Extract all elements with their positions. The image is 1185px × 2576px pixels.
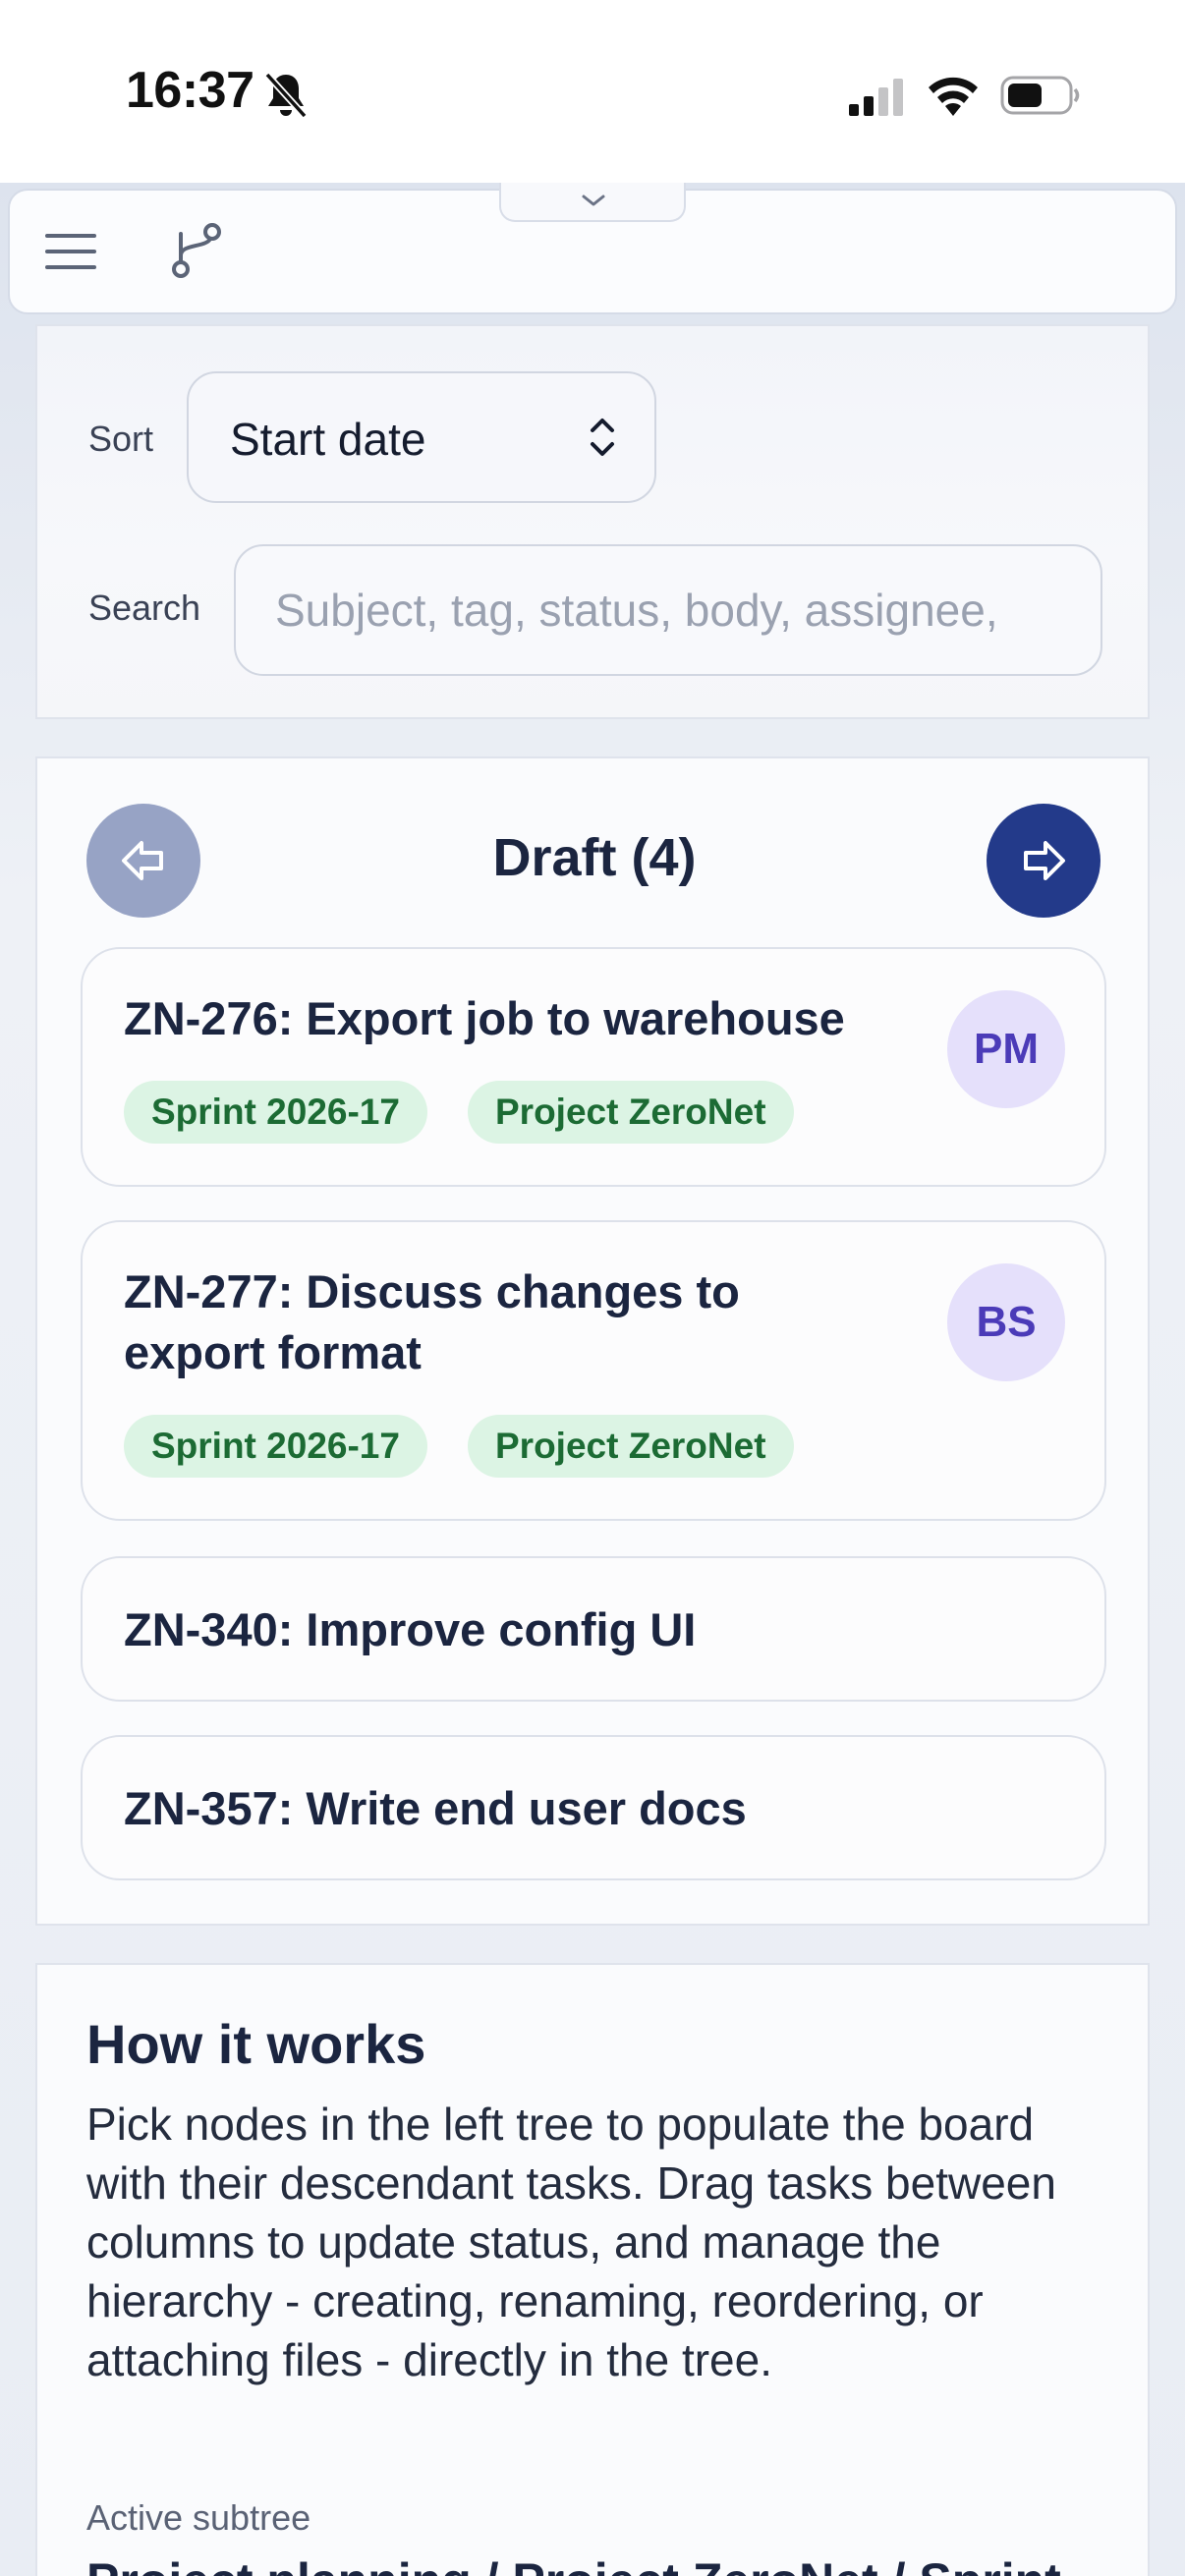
arrow-right-icon xyxy=(1024,841,1065,880)
sort-select[interactable]: Start date xyxy=(187,371,656,503)
task-card-title: ZN-340: Improve config UI xyxy=(124,1603,697,1655)
task-card[interactable]: ZN-357: Write end user docs xyxy=(81,1735,1106,1880)
tag-badge: Sprint 2026-17 xyxy=(124,1081,427,1144)
chevron-up-down-icon xyxy=(591,419,614,456)
search-input[interactable] xyxy=(234,544,1102,676)
next-column-button[interactable] xyxy=(987,804,1100,918)
cellular-signal-icon xyxy=(849,79,903,116)
active-subtree-label: Active subtree xyxy=(86,2497,311,2538)
task-card-title: ZN-276: Export job to warehouse xyxy=(124,992,845,1044)
bell-slash-icon xyxy=(264,72,308,119)
info-body: Pick nodes in the left tree to populate … xyxy=(86,2099,1056,2385)
assignee-avatar: PM xyxy=(947,990,1065,1108)
active-subtree-path: Project planning / Project ZeroNet / Spr… xyxy=(86,2552,1061,2576)
task-card-title-line-2: export format xyxy=(124,1326,422,1378)
battery-icon xyxy=(1000,76,1080,115)
sort-select-value: Start date xyxy=(230,414,426,465)
search-label: Search xyxy=(88,588,201,628)
tag-badge: Sprint 2026-17 xyxy=(124,1415,427,1478)
how-it-works-panel: How it works Pick nodes in the left tree… xyxy=(35,1963,1150,2576)
chevron-down-icon xyxy=(582,195,605,206)
wifi-icon xyxy=(929,77,978,116)
info-heading: How it works xyxy=(86,2013,426,2075)
status-time: 16:37 xyxy=(126,62,254,119)
task-card[interactable]: ZN-277: Discuss changes to export format… xyxy=(81,1220,1106,1521)
board-column-draft: Draft (4) ZN-276: Export job to warehous… xyxy=(35,756,1150,1926)
status-bar: 16:37 xyxy=(0,0,1185,183)
filter-panel: Sort Start date Search xyxy=(35,324,1150,719)
task-card[interactable]: ZN-276: Export job to warehouse Sprint 2… xyxy=(81,947,1106,1187)
task-card-title: ZN-357: Write end user docs xyxy=(124,1782,747,1834)
task-card[interactable]: ZN-340: Improve config UI xyxy=(81,1556,1106,1702)
toolbar-pull-tab[interactable] xyxy=(499,183,686,222)
assignee-avatar: BS xyxy=(947,1263,1065,1381)
column-title: Draft (4) xyxy=(492,828,697,887)
tag-badge: Project ZeroNet xyxy=(468,1415,794,1478)
task-card-title-line-1: ZN-277: Discuss changes to xyxy=(124,1265,740,1317)
tag-badge: Project ZeroNet xyxy=(468,1081,794,1144)
hamburger-menu-icon[interactable] xyxy=(43,230,98,273)
branch-icon[interactable] xyxy=(167,220,226,281)
sort-label: Sort xyxy=(88,419,154,459)
